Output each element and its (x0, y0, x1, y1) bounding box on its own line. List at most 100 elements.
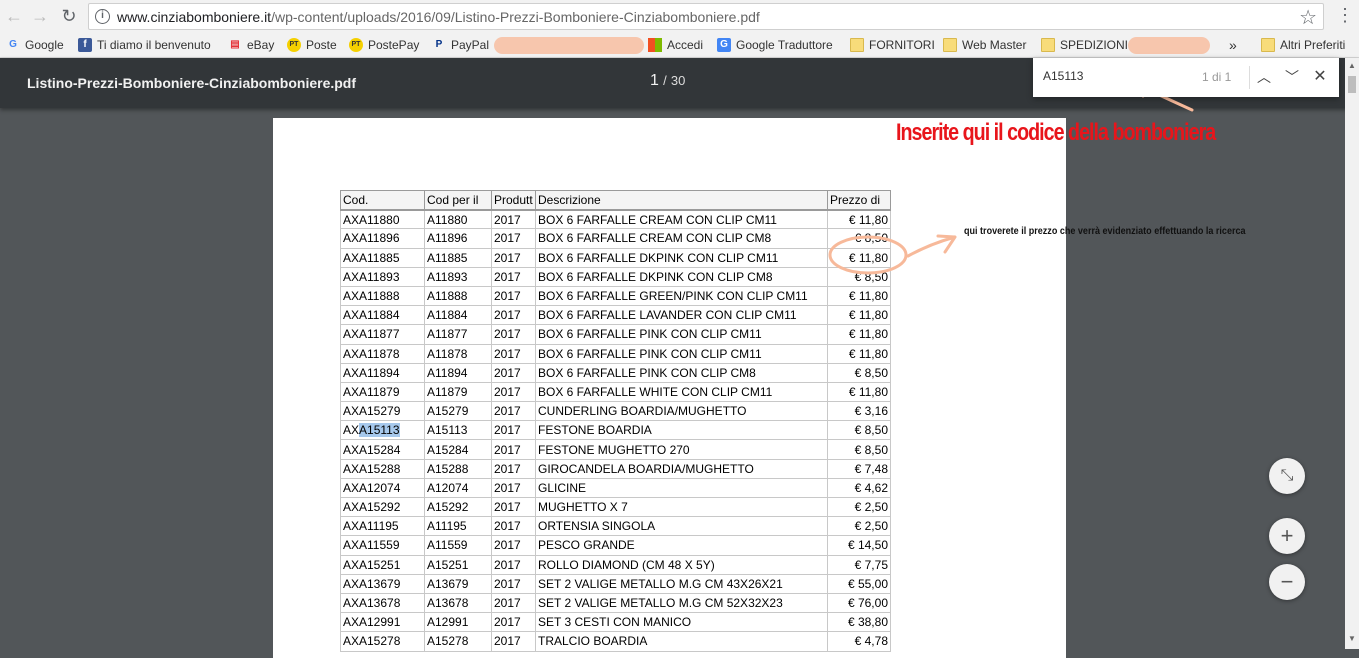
prezzo-cell: € 8,50 (827, 228, 891, 249)
address-bar[interactable]: i www.cinziabomboniere.it/wp-content/upl… (88, 3, 1324, 30)
scrollbar[interactable]: ▲ ▼ (1345, 58, 1359, 649)
url-text[interactable]: www.cinziabomboniere.it/wp-content/uploa… (117, 9, 760, 25)
reload-icon[interactable]: ↻ (58, 5, 80, 27)
prezzo-cell: € 11,80 (827, 247, 891, 268)
table-row: AXA11877 A11877 2017 BOX 6 FARFALLE PINK CO… (340, 324, 891, 345)
column-header: Cod. (340, 189, 425, 211)
bookmark-label: Poste (306, 38, 337, 52)
bookmark-google[interactable]: G Google (6, 36, 64, 54)
arrow-left-icon[interactable]: ← (3, 5, 25, 27)
chevron-down-icon[interactable]: ﹀ (1282, 67, 1302, 87)
scroll-up-icon[interactable]: ▲ (1348, 61, 1356, 70)
star-icon[interactable]: ☆ (1299, 5, 1317, 30)
scroll-down-icon[interactable]: ▼ (1348, 634, 1356, 643)
produtt-cell: 2017 (491, 285, 536, 307)
poste-icon: PT (349, 38, 363, 52)
cod-per-il-cell: A11559 (424, 535, 492, 556)
table-row: AXA12991 A12991 2017 SET 3 CESTI CON MANICO… (340, 612, 891, 633)
table-row: AXA11896 A11896 2017 BOX 6 FARFALLE CREAM C… (340, 228, 891, 249)
cod-cell: AXA15113 (340, 420, 425, 441)
pdf-title: Listino-Prezzi-Bomboniere-Cinziabombonie… (27, 75, 357, 91)
cod-per-il-cell: A12074 (424, 477, 492, 499)
cod-per-il-cell: A15279 (424, 401, 492, 422)
column-header: Cod per il (424, 189, 492, 211)
table-row: AXA11195 A11195 2017 ORTENSIA SINGOLA € 2,50 (340, 516, 891, 537)
prezzo-cell: € 2,50 (827, 516, 891, 537)
produtt-cell: 2017 (491, 496, 536, 518)
prezzo-cell: € 11,80 (827, 324, 891, 345)
bookmark-fornitori[interactable]: FORNITORI (850, 36, 935, 54)
chevron-up-icon[interactable]: ︿ (1254, 67, 1274, 87)
table-header-row: Cod. Cod per il Produtt Descrizione Prez… (340, 189, 891, 211)
prezzo-cell: € 3,16 (827, 401, 891, 422)
arrow-right-icon[interactable]: → (29, 5, 51, 27)
fit-page-icon[interactable]: ⤡ (1269, 458, 1305, 494)
descrizione-cell: BOX 6 FARFALLE DKPINK CON CLIP CM8 (535, 266, 828, 287)
produtt-cell: 2017 (491, 477, 536, 499)
bookmark-paypal[interactable]: P PayPal (432, 36, 489, 54)
descrizione-cell: BOX 6 FARFALLE CREAM CON CLIP CM11 (535, 209, 828, 230)
cod-cell: AXA15292 (340, 496, 425, 518)
bookmark-facebook[interactable]: f Ti diamo il benvenuto (78, 36, 211, 54)
bookmark-translate[interactable]: G Google Traduttore (717, 36, 833, 54)
produtt-cell: 2017 (491, 401, 536, 422)
current-page[interactable]: 1 (650, 72, 659, 89)
bookmark-label: SPEDIZIONI (1060, 38, 1129, 52)
descrizione-cell: FESTONE BOARDIA (535, 420, 828, 441)
bookmark-spedizioni[interactable]: SPEDIZIONI (1041, 36, 1128, 54)
produtt-cell: 2017 (491, 592, 536, 614)
bookmark-webmaster[interactable]: Web Master (943, 36, 1026, 54)
table-row: AXA15278 A15278 2017 TRALCIO BOARDIA € 4,78 (340, 631, 891, 652)
table-row: AXA15279 A15279 2017 CUNDERLING BOARDIA/MUG… (340, 401, 891, 422)
cod-per-il-cell: A11888 (424, 285, 492, 307)
info-icon[interactable]: i (95, 9, 110, 24)
prezzo-cell: € 8,50 (827, 362, 891, 383)
bookmark-label: Google (25, 38, 64, 52)
microsoft-icon (648, 38, 662, 52)
produtt-cell: 2017 (491, 516, 536, 537)
bookmark-postepay[interactable]: PT PostePay (349, 36, 419, 54)
scroll-thumb[interactable] (1348, 76, 1356, 93)
cod-per-il-cell: A11879 (424, 381, 492, 403)
folder-icon (1041, 38, 1055, 52)
minus-icon[interactable]: − (1269, 564, 1305, 600)
bookmark-ebay[interactable]: ▤ eBay (228, 36, 274, 54)
cod-cell: AXA12991 (340, 612, 425, 633)
produtt-cell: 2017 (491, 228, 536, 249)
cod-per-il-cell: A15251 (424, 554, 492, 575)
table-row: AXA15284 A15284 2017 FESTONE MUGHETTO 270 € … (340, 439, 891, 460)
prezzo-cell: € 14,50 (827, 535, 891, 556)
produtt-cell: 2017 (491, 458, 536, 479)
produtt-cell: 2017 (491, 324, 536, 345)
cod-cell: AXA15278 (340, 631, 425, 652)
bookmark-altri-preferiti[interactable]: Altri Preferiti (1261, 36, 1345, 54)
produtt-cell: 2017 (491, 247, 536, 268)
bookmark-poste[interactable]: PT Poste (287, 36, 337, 54)
prezzo-cell: € 38,80 (827, 612, 891, 633)
prezzo-cell: € 8,50 (827, 266, 891, 287)
descrizione-cell: GLICINE (535, 477, 828, 499)
descrizione-cell: MUGHETTO X 7 (535, 496, 828, 518)
produtt-cell: 2017 (491, 554, 536, 575)
cod-cell: AXA11885 (340, 247, 425, 268)
cod-per-il-cell: A11894 (424, 362, 492, 383)
produtt-cell: 2017 (491, 381, 536, 403)
plus-icon[interactable]: + (1269, 518, 1305, 554)
annotation-sub: qui troverete il prezzo che verrà eviden… (964, 225, 1246, 237)
more-bookmarks-button[interactable]: » (1229, 36, 1237, 54)
descrizione-cell: FESTONE MUGHETTO 270 (535, 439, 828, 460)
poste-icon: PT (287, 38, 301, 52)
cod-cell: AXA11896 (340, 228, 425, 249)
close-icon[interactable]: ✕ (1310, 67, 1330, 87)
find-input[interactable] (1043, 69, 1193, 83)
prezzo-cell: € 7,48 (827, 458, 891, 479)
bookmark-accedi[interactable]: Accedi (648, 36, 703, 54)
prezzo-cell: € 11,80 (827, 209, 891, 230)
redacted-bookmark (1128, 37, 1210, 54)
folder-icon (1261, 38, 1275, 52)
kebab-menu-icon[interactable]: ⋮ (1336, 5, 1354, 26)
bookmark-label: PayPal (451, 38, 490, 52)
page-separator: / (663, 73, 667, 88)
table-row: AXA11893 A11893 2017 BOX 6 FARFALLE DKPINK … (340, 266, 891, 287)
produtt-cell: 2017 (491, 573, 536, 594)
